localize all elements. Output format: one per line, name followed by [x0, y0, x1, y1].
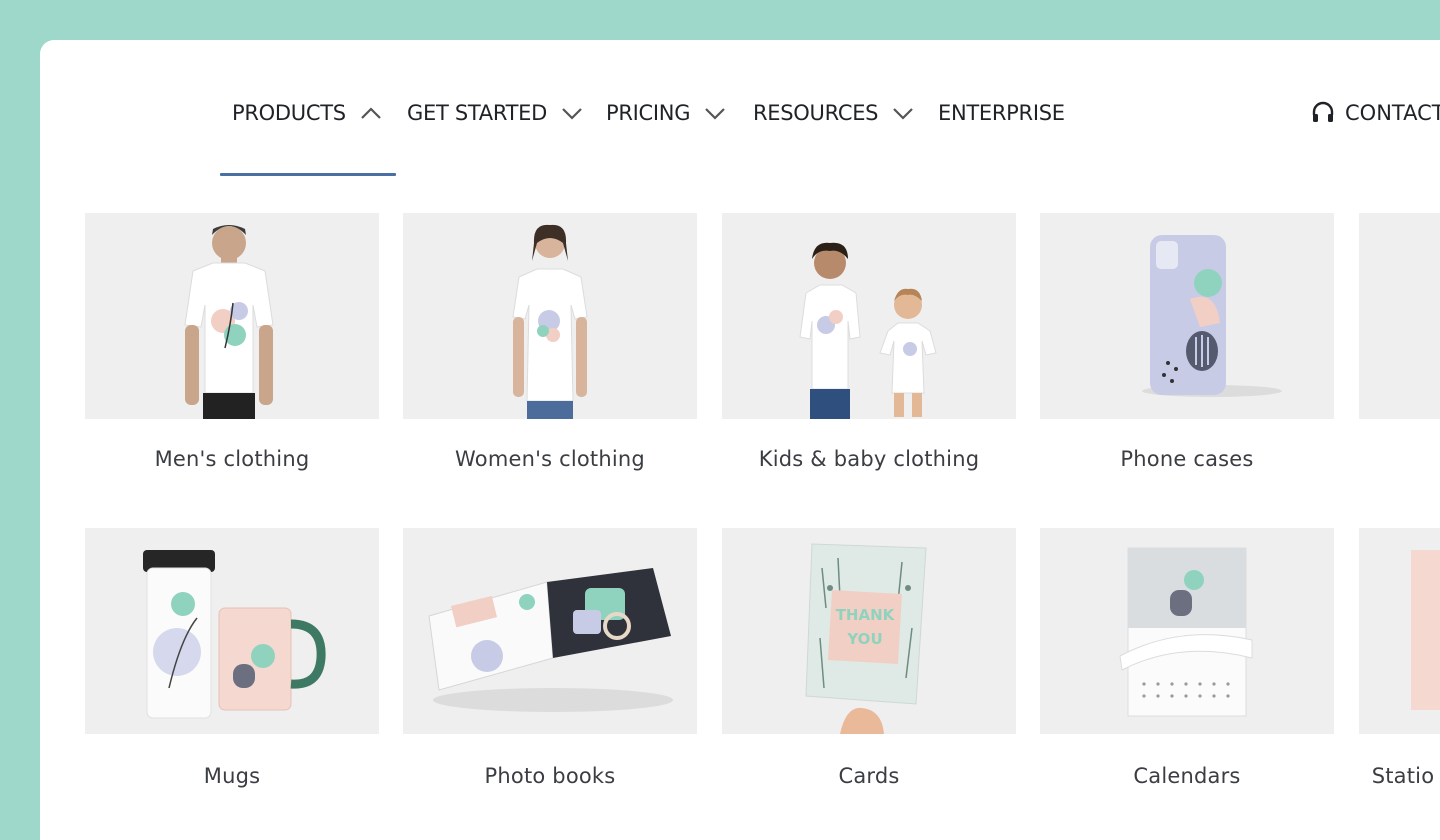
headset-icon	[1311, 100, 1335, 126]
product-card-kids-baby-clothing[interactable]: Kids & baby clothing	[722, 213, 1016, 471]
nav-item-pricing[interactable]: PRICING	[606, 98, 726, 128]
svg-text:YOU: YOU	[846, 630, 882, 648]
chevron-up-icon	[360, 106, 382, 120]
product-card-label: Phone cases	[1120, 447, 1254, 471]
contact-label: CONTACT	[1345, 101, 1440, 125]
nav-item-get-started[interactable]: GET STARTED	[407, 98, 583, 128]
nav-item-label: GET STARTED	[407, 101, 547, 125]
product-card-label: Men's clothing	[154, 447, 310, 471]
kids-clothing-image	[722, 213, 1016, 419]
product-card-label: Cards	[838, 764, 900, 788]
stationery-image	[1359, 528, 1440, 734]
product-card-womens-clothing[interactable]: Women's clothing	[403, 213, 697, 471]
product-card-label: Kids & baby clothing	[758, 447, 980, 471]
product-card-photo-books[interactable]: Photo books	[403, 528, 697, 788]
phone-case-image	[1040, 213, 1334, 419]
product-card-phone-cases[interactable]: Phone cases	[1040, 213, 1334, 471]
top-navigation: PRODUCTS GET STARTED PRICING RESOURCES E…	[40, 40, 1440, 180]
product-card-label: Mugs	[203, 764, 261, 788]
product-card-cards[interactable]: THANK YOU Cards	[722, 528, 1016, 788]
product-card-stationery[interactable]: Statio	[1359, 528, 1440, 788]
mens-tshirt-image	[85, 213, 379, 419]
nav-item-label: PRODUCTS	[232, 101, 346, 125]
product-card-label: Photo books	[484, 764, 616, 788]
product-card-calendars[interactable]: Calendars	[1040, 528, 1334, 788]
product-card-label: Statio	[1371, 764, 1435, 788]
contact-link[interactable]: CONTACT	[1311, 100, 1440, 126]
nav-item-resources[interactable]: RESOURCES	[753, 98, 914, 128]
womens-tshirt-image	[403, 213, 697, 419]
svg-text:THANK: THANK	[836, 606, 896, 624]
chevron-down-icon	[892, 106, 914, 120]
photo-book-image	[403, 528, 697, 734]
product-card-partial[interactable]	[1359, 213, 1440, 419]
product-card-label: Women's clothing	[455, 447, 645, 471]
partial-card-image	[1359, 213, 1440, 419]
nav-item-enterprise[interactable]: ENTERPRISE	[938, 98, 1065, 128]
mugs-image	[85, 528, 379, 734]
card-image: THANK YOU	[722, 528, 1016, 734]
chevron-down-icon	[704, 106, 726, 120]
nav-item-label: ENTERPRISE	[938, 101, 1065, 125]
product-card-mugs[interactable]: Mugs	[85, 528, 379, 788]
nav-item-products[interactable]: PRODUCTS	[232, 98, 382, 128]
nav-item-label: PRICING	[606, 101, 691, 125]
calendar-image	[1040, 528, 1334, 734]
product-card-mens-clothing[interactable]: Men's clothing	[85, 213, 379, 471]
active-tab-underline	[220, 173, 396, 176]
chevron-down-icon	[561, 106, 583, 120]
nav-item-label: RESOURCES	[753, 101, 879, 125]
mega-menu-panel: PRODUCTS GET STARTED PRICING RESOURCES E…	[40, 40, 1440, 840]
